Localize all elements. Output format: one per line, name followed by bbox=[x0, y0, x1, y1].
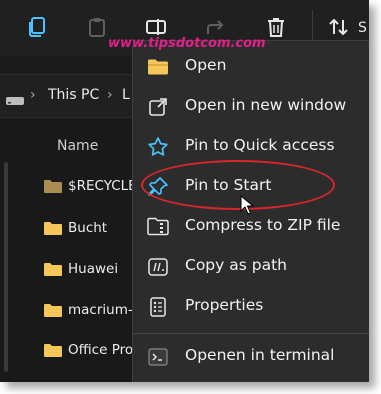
list-item-name: Office Pro bbox=[68, 342, 134, 358]
list-item[interactable]: Bucht bbox=[44, 216, 107, 240]
toolbar-divider bbox=[312, 10, 313, 44]
sort-label[interactable]: S bbox=[358, 20, 367, 36]
menu-divider bbox=[133, 333, 369, 334]
list-item-name: Bucht bbox=[68, 220, 108, 236]
menu-item-label: Copy as path bbox=[185, 256, 287, 274]
list-item[interactable]: macrium- bbox=[44, 298, 133, 322]
copy-path-icon bbox=[147, 256, 169, 278]
menu-item-label: Pin to Quick access bbox=[185, 136, 335, 154]
breadcrumb-this-pc[interactable]: This PC bbox=[48, 87, 99, 103]
menu-item-label: Open bbox=[185, 56, 227, 74]
highlight-ellipse bbox=[141, 160, 335, 210]
sort-icon[interactable] bbox=[326, 14, 352, 40]
folder-icon bbox=[44, 304, 62, 317]
mouse-cursor-icon bbox=[240, 194, 255, 219]
list-item-name: macrium- bbox=[68, 302, 133, 318]
breadcrumb-drive[interactable]: L bbox=[122, 87, 130, 103]
delete-icon[interactable] bbox=[263, 14, 289, 40]
folder-icon bbox=[44, 180, 62, 193]
watermark-text: www.tipsdotcom.com bbox=[108, 36, 266, 51]
folder-icon bbox=[44, 222, 62, 235]
list-item[interactable]: $RECYCLE bbox=[44, 174, 137, 198]
paste-icon[interactable] bbox=[84, 14, 110, 40]
menu-item-open-terminal[interactable]: Openen in terminal bbox=[133, 339, 369, 373]
menu-item-open-new-window[interactable]: Open in new window bbox=[133, 89, 369, 123]
menu-item-label: Openen in terminal bbox=[185, 346, 335, 364]
folder-icon bbox=[147, 56, 169, 78]
properties-icon bbox=[147, 296, 169, 318]
list-item-name: $RECYCLE bbox=[68, 178, 137, 194]
star-icon bbox=[147, 136, 169, 158]
list-item[interactable]: Huawei bbox=[44, 257, 118, 281]
menu-item-label: Compress to ZIP file bbox=[185, 216, 341, 234]
menu-item-properties[interactable]: Properties bbox=[133, 289, 369, 323]
menu-item-open[interactable]: Open bbox=[133, 49, 369, 83]
list-item-name: Huawei bbox=[68, 261, 119, 277]
file-explorer-window: S › This PC › L Name $RECYCLE Bucht Huaw… bbox=[0, 0, 369, 382]
list-item[interactable]: Office Pro bbox=[44, 338, 133, 362]
scrollbar[interactable] bbox=[4, 162, 8, 372]
menu-item-copy-as-path[interactable]: Copy as path bbox=[133, 249, 369, 283]
menu-item-pin-quick-access[interactable]: Pin to Quick access bbox=[133, 129, 369, 163]
copy-icon[interactable] bbox=[24, 14, 50, 40]
drive-icon bbox=[6, 91, 24, 110]
open-new-window-icon bbox=[147, 96, 169, 118]
zip-icon bbox=[147, 216, 169, 238]
column-header-name[interactable]: Name bbox=[57, 138, 98, 154]
menu-item-label: Open in new window bbox=[185, 96, 347, 114]
terminal-icon bbox=[147, 346, 169, 368]
folder-icon bbox=[44, 263, 62, 276]
menu-item-label: Properties bbox=[185, 296, 264, 314]
breadcrumb-separator: › bbox=[30, 87, 36, 103]
breadcrumb-separator: › bbox=[107, 87, 113, 103]
folder-icon bbox=[44, 344, 62, 357]
